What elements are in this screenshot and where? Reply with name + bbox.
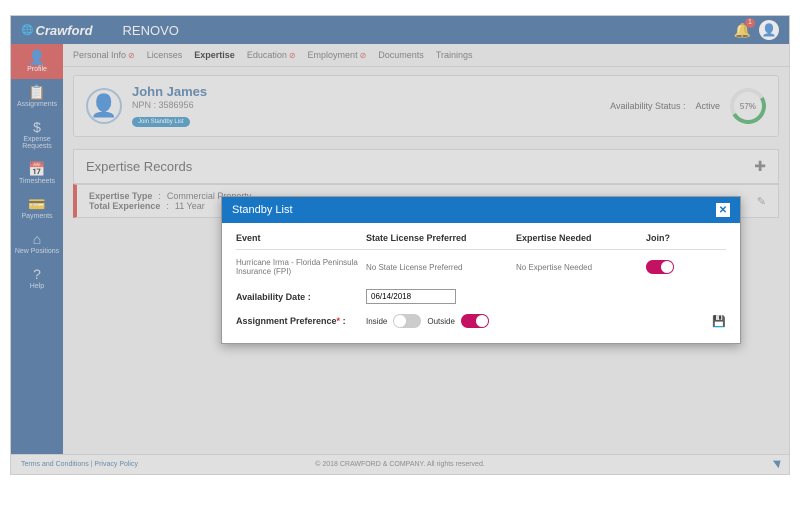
outside-label: Outside (427, 317, 455, 326)
expertise-value: No Expertise Needed (516, 263, 646, 272)
event-name: Hurricane Irma - Florida Peninsula Insur… (236, 258, 366, 276)
join-toggle[interactable] (646, 260, 674, 274)
modal-header: Standby List ✕ (222, 197, 740, 223)
inside-label: Inside (366, 317, 387, 326)
save-icon[interactable]: 💾 (712, 315, 726, 328)
close-icon[interactable]: ✕ (716, 203, 730, 217)
modal-row: Hurricane Irma - Florida Peninsula Insur… (236, 250, 726, 284)
modal-title: Standby List (232, 204, 293, 216)
availability-date-row: Availability Date : (236, 284, 726, 309)
availability-date-input[interactable] (366, 289, 456, 304)
assignment-preference-row: Assignment Preference* : Inside Outside … (236, 309, 726, 333)
outside-toggle[interactable] (461, 314, 489, 328)
inside-toggle[interactable] (393, 314, 421, 328)
standby-modal: Standby List ✕ Event State License Prefe… (221, 196, 741, 344)
license-value: No State License Preferred (366, 263, 516, 272)
modal-columns: Event State License Preferred Expertise … (236, 233, 726, 250)
